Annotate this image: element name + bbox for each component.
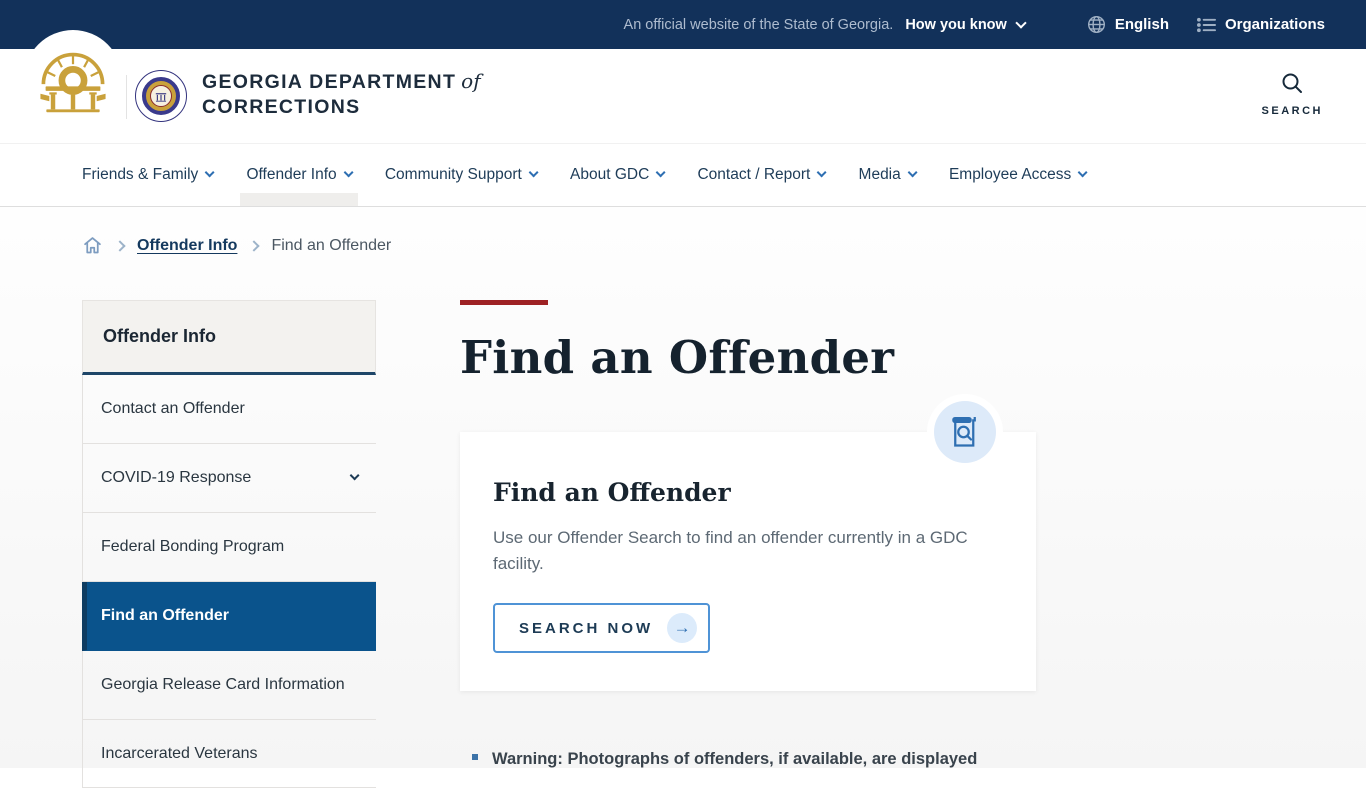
sidebar-item-label: Incarcerated Veterans bbox=[101, 744, 258, 762]
site-header: GEORGIA DEPARTMENT of CORRECTIONS SEARCH bbox=[0, 30, 1366, 143]
main-column: Find an Offender Find an Offender Use ou… bbox=[460, 300, 1036, 772]
agency-line2: CORRECTIONS bbox=[202, 96, 361, 118]
nav-label: Media bbox=[858, 166, 901, 183]
page-title: Find an Offender bbox=[460, 331, 895, 384]
nav-label: Offender Info bbox=[246, 166, 337, 183]
chevron-down-icon bbox=[655, 167, 666, 179]
nav-label: Contact / Report bbox=[697, 166, 811, 183]
search-icon bbox=[1282, 73, 1303, 93]
sidebar-item-georgia-release-card[interactable]: Georgia Release Card Information bbox=[82, 650, 376, 720]
title-accent-bar bbox=[460, 300, 548, 305]
nav-label: Employee Access bbox=[948, 166, 1072, 183]
sidebar-item-contact-an-offender[interactable]: Contact an Offender bbox=[82, 375, 376, 444]
site-search-button[interactable]: SEARCH bbox=[1262, 71, 1323, 117]
nav-label: Community Support bbox=[384, 166, 522, 183]
chevron-down-icon bbox=[343, 167, 354, 179]
chevron-down-icon bbox=[816, 167, 828, 179]
nav-item-employee-access[interactable]: Employee Access bbox=[948, 144, 1088, 206]
sidebar-item-label: Georgia Release Card Information bbox=[101, 675, 345, 693]
nav-item-friends-family[interactable]: Friends & Family bbox=[82, 144, 215, 206]
language-label: English bbox=[1114, 16, 1169, 33]
sidebar-item-federal-bonding-program[interactable]: Federal Bonding Program bbox=[82, 512, 376, 582]
chevron-down-icon bbox=[907, 167, 918, 179]
nav-label: About GDC bbox=[570, 166, 650, 183]
chevron-down-icon bbox=[349, 470, 360, 481]
sidebar-item-incarcerated-veterans[interactable]: Incarcerated Veterans bbox=[82, 719, 376, 788]
warning-text: Warning: Photographs of offenders, if av… bbox=[492, 750, 978, 768]
seal-arch-icon bbox=[155, 93, 167, 102]
agency-line1: GEORGIA DEPARTMENT bbox=[202, 71, 457, 93]
document-search-icon bbox=[952, 417, 976, 447]
sidebar-title-offender-info[interactable]: Offender Info bbox=[82, 300, 376, 375]
breadcrumb-separator-icon bbox=[114, 239, 126, 252]
nav-item-contact-report[interactable]: Contact / Report bbox=[697, 144, 828, 206]
chevron-down-icon bbox=[528, 167, 539, 179]
breadcrumb-link-offender-info[interactable]: Offender Info bbox=[137, 237, 237, 255]
chevron-down-icon bbox=[1077, 167, 1088, 179]
gov-topbar: An official website of the State of Geor… bbox=[0, 0, 1366, 49]
organizations-label: Organizations bbox=[1224, 16, 1325, 33]
how-you-know-button[interactable]: How you know bbox=[905, 16, 1027, 33]
arch-icon bbox=[40, 52, 106, 113]
sidebar-item-label: Find an Offender bbox=[101, 606, 229, 624]
nav-item-media[interactable]: Media bbox=[858, 144, 918, 206]
list-icon bbox=[1196, 17, 1216, 32]
primary-nav: Friends & Family Offender Info Community… bbox=[0, 143, 1366, 207]
breadcrumb-separator-icon bbox=[248, 239, 261, 252]
how-you-know-label: How you know bbox=[905, 16, 1007, 33]
home-icon[interactable] bbox=[82, 235, 103, 256]
page-content: Offender Info Find an Offender Offender … bbox=[0, 207, 1366, 788]
agency-home-link[interactable]: GEORGIA DEPARTMENT of CORRECTIONS bbox=[0, 30, 560, 143]
search-label: SEARCH bbox=[1261, 105, 1323, 117]
breadcrumb-current: Find an Offender bbox=[271, 236, 392, 254]
language-selector[interactable]: English bbox=[1087, 15, 1169, 34]
brand-divider bbox=[126, 75, 127, 119]
breadcrumb: Offender Info Find an Offender bbox=[82, 207, 1366, 256]
agency-of: of bbox=[461, 69, 481, 93]
gdc-seal bbox=[135, 70, 187, 122]
bullet-icon bbox=[472, 754, 478, 760]
card-title: Find an Offender bbox=[493, 478, 731, 507]
sidebar-item-covid-19-response[interactable]: COVID-19 Response bbox=[82, 443, 376, 513]
sidebar-item-find-an-offender[interactable]: Find an Offender bbox=[82, 581, 376, 651]
sidebar-item-label: Federal Bonding Program bbox=[101, 537, 285, 555]
sidebar-item-label: COVID-19 Response bbox=[101, 468, 252, 486]
seal-center bbox=[150, 85, 172, 107]
nav-item-community-support[interactable]: Community Support bbox=[384, 144, 539, 206]
card-description: Use our Offender Search to find an offen… bbox=[493, 528, 968, 573]
georgia-arch-logo bbox=[24, 30, 122, 128]
chevron-down-icon bbox=[1015, 16, 1027, 29]
globe-icon bbox=[1087, 15, 1105, 34]
page: An official website of the State of Geor… bbox=[0, 0, 1366, 788]
offender-search-badge bbox=[934, 401, 996, 463]
search-now-button[interactable]: SEARCH NOW → bbox=[493, 603, 711, 653]
arrow-right-icon: → bbox=[667, 613, 698, 643]
chevron-down-icon bbox=[204, 167, 215, 179]
find-offender-card: Find an Offender Use our Offender Search… bbox=[460, 401, 1036, 691]
sidebar-item-label: Contact an Offender bbox=[101, 400, 245, 417]
search-now-label: SEARCH NOW bbox=[519, 619, 654, 637]
nav-item-about-gdc[interactable]: About GDC bbox=[570, 144, 666, 206]
organizations-button[interactable]: Organizations bbox=[1196, 16, 1325, 33]
official-website-text: An official website of the State of Geor… bbox=[623, 16, 894, 33]
nav-item-offender-info[interactable]: Offender Info bbox=[240, 144, 359, 206]
agency-name: GEORGIA DEPARTMENT of CORRECTIONS bbox=[202, 69, 481, 120]
warning-list-item: Warning: Photographs of offenders, if av… bbox=[460, 746, 1036, 772]
nav-label: Friends & Family bbox=[82, 166, 199, 183]
section-sidebar: Offender Info Contact an Offender COVID-… bbox=[82, 300, 376, 788]
